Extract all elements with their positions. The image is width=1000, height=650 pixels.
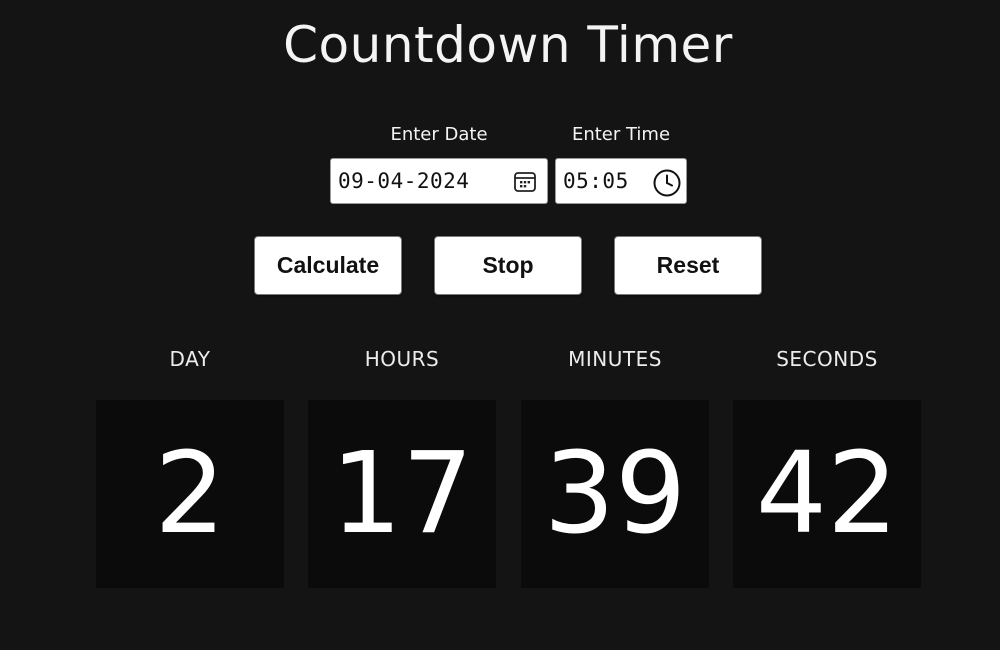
date-input[interactable]: 09-04-2024 (330, 158, 548, 204)
minutes-tile: 39 (521, 400, 709, 588)
days-tile: 2 (96, 400, 284, 588)
hours-label: HOURS (364, 347, 440, 371)
time-input-value: 05:05 (563, 169, 629, 193)
page-title: Countdown Timer (283, 16, 733, 74)
hours-value: 17 (330, 429, 474, 559)
hours-tile: 17 (308, 400, 496, 588)
minutes-label: MINUTES (568, 347, 662, 371)
reset-button[interactable]: Reset (614, 236, 762, 295)
countdown-timer-page: Countdown Timer Enter Date Enter Time 09… (0, 0, 1000, 650)
time-input[interactable]: 05:05 (555, 158, 687, 204)
date-label: Enter Date (390, 124, 488, 145)
seconds-label: SECONDS (776, 347, 878, 371)
seconds-value: 42 (755, 429, 899, 559)
stop-button[interactable]: Stop (434, 236, 582, 295)
calendar-icon[interactable] (511, 168, 539, 196)
days-label: DAY (169, 347, 211, 371)
clock-icon[interactable] (652, 168, 681, 197)
seconds-tile: 42 (733, 400, 921, 588)
time-label: Enter Time (571, 124, 671, 145)
calculate-button[interactable]: Calculate (254, 236, 402, 295)
days-value: 2 (154, 429, 226, 559)
minutes-value: 39 (543, 429, 687, 559)
date-input-value: 09-04-2024 (338, 169, 470, 193)
